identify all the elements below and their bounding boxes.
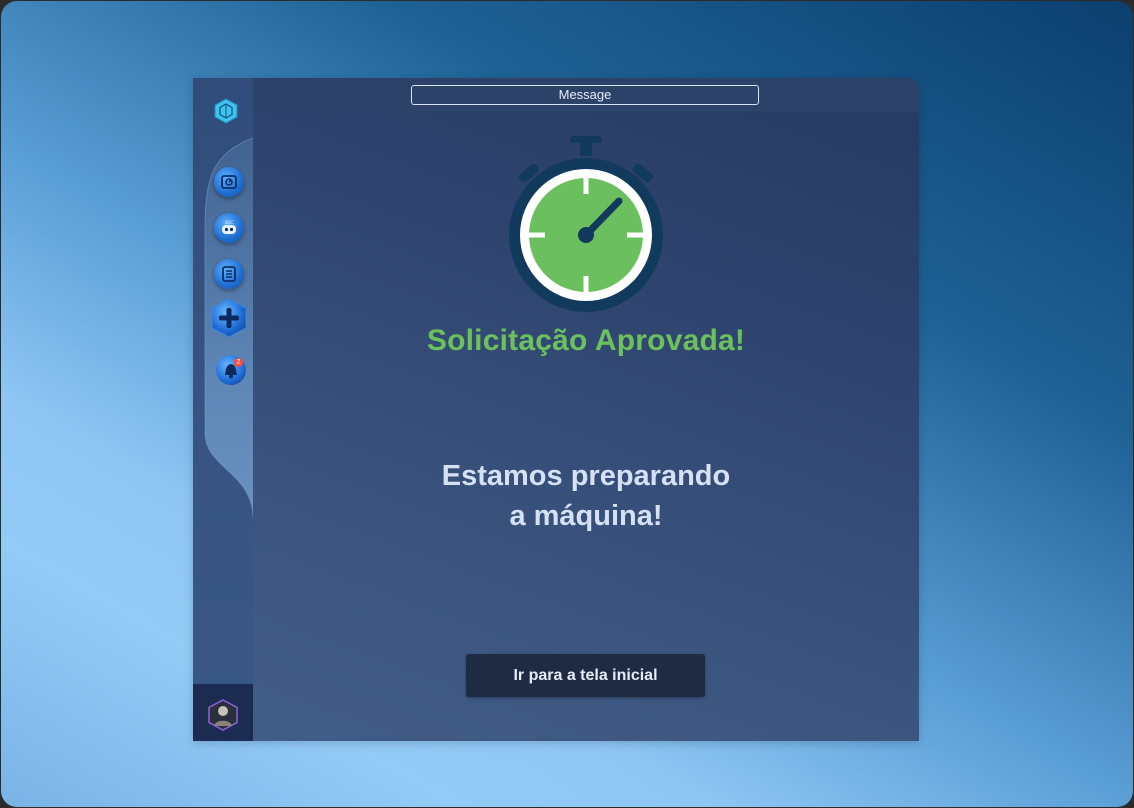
status-message-line2: a máquina! (509, 500, 663, 532)
user-avatar[interactable] (208, 699, 238, 731)
dashboard-icon (221, 175, 237, 189)
top-bar: Message (253, 78, 919, 112)
app-logo-icon[interactable] (213, 98, 239, 124)
go-home-button[interactable]: Ir para a tela inicial (466, 654, 705, 697)
sidebar-item-robot[interactable]: 30C (214, 213, 244, 243)
sidebar-item-dashboard[interactable] (214, 167, 244, 197)
notifications-bell-icon[interactable] (215, 354, 247, 386)
add-button[interactable] (210, 298, 248, 338)
status-message-line1: Estamos preparando (441, 460, 731, 492)
message-field[interactable]: Message (411, 85, 759, 105)
app-window: 30C 2 Message Solicitação Aprovada! Esta… (193, 78, 919, 741)
desktop-background: 30C 2 Message Solicitação Aprovada! Esta… (1, 1, 1133, 807)
status-message: Estamos preparando a máquina! (253, 456, 919, 536)
stopwatch-icon (509, 136, 663, 312)
robot-icon: 30C (222, 220, 236, 234)
approval-title: Solicitação Aprovada! (426, 324, 746, 357)
notification-badge: 2 (234, 358, 243, 367)
checklist-icon (222, 266, 236, 282)
sidebar-item-checklist[interactable] (214, 259, 244, 289)
sidebar: 30C 2 (193, 78, 253, 741)
user-profile-area (193, 684, 253, 741)
svg-text:30C: 30C (225, 220, 234, 226)
